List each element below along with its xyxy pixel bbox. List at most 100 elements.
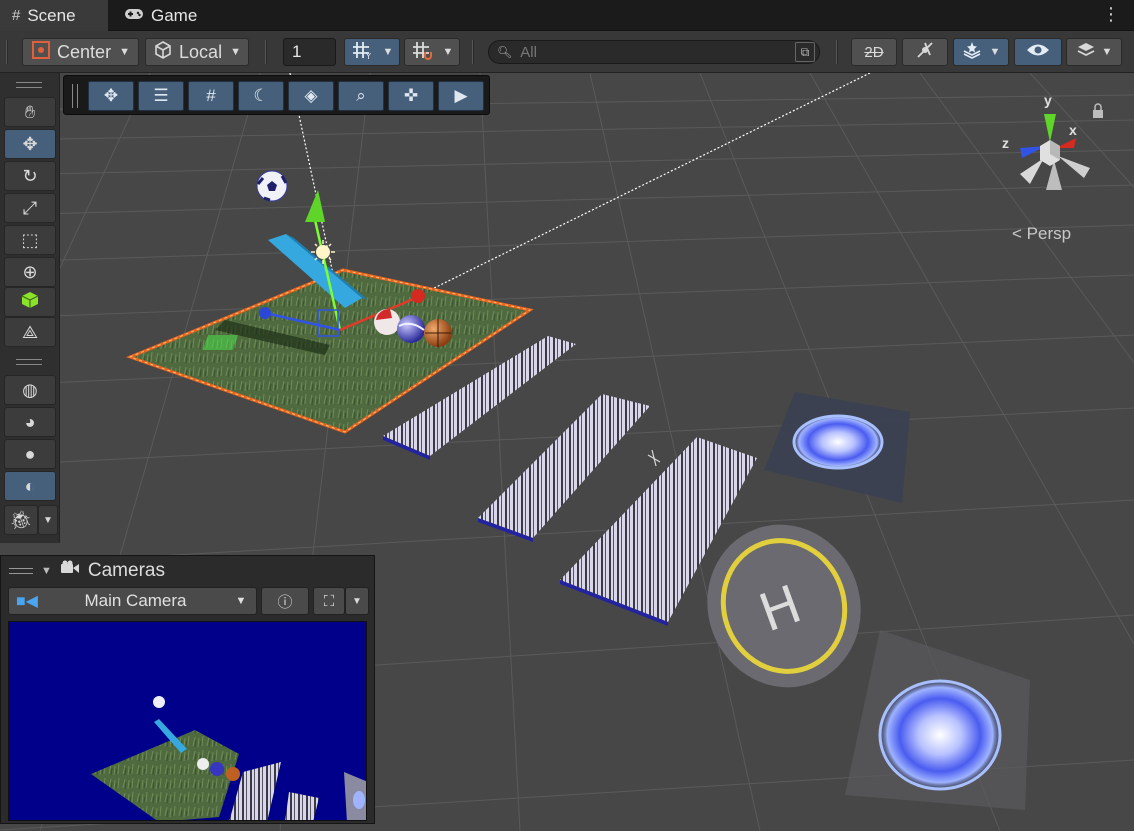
unlit-shading-button[interactable]: ● (4, 439, 56, 469)
camera-preview-render (9, 622, 366, 820)
toolbar-divider (836, 40, 838, 64)
toolbar-divider (265, 40, 267, 64)
lighting-off-icon (915, 40, 935, 65)
2d-toggle-icon: 2D (864, 43, 884, 61)
scene-toolbar: Center ▼ Local ▼ 1 Y ▼ ▼ 🔍︎ All ⧉ 2D ▼ ▼ (0, 31, 1134, 73)
chevron-down-icon: ▼ (382, 46, 394, 58)
palette-grip[interactable] (16, 82, 42, 88)
overlay-lighting-button[interactable]: ☾ (238, 81, 284, 111)
snap-settings-button[interactable]: ▼ (404, 38, 460, 66)
lit-sphere-icon: ◐ (24, 475, 36, 496)
custom-tool-button[interactable] (4, 287, 56, 317)
overlay-move-button[interactable]: ✥ (88, 81, 134, 111)
chevron-down-icon: ▼ (442, 46, 454, 58)
tab-bar: # Scene Game ⋮ (0, 0, 1134, 31)
cameras-header[interactable]: ▼ Cameras (1, 556, 376, 585)
soccer-ball (256, 170, 288, 202)
shaded-wireframe-button[interactable]: ◕ (4, 407, 56, 437)
overlay-grip[interactable] (9, 567, 33, 574)
search-expand-icon[interactable]: ⧉ (795, 42, 815, 62)
hash-icon: # (12, 7, 21, 24)
search-icon: 🔍︎ (497, 45, 513, 59)
gamepad-icon (124, 7, 144, 25)
chevron-down-icon: ▼ (1101, 46, 1113, 58)
toggle-2d-button[interactable]: 2D (851, 38, 897, 66)
scene-visibility-button[interactable] (1014, 38, 1062, 66)
scale-tool-button[interactable]: ⤢ (4, 193, 56, 223)
camera-info-button[interactable]: ⓘ (261, 587, 309, 615)
chevron-down-icon: ▼ (43, 514, 53, 526)
grid-axis-icon: Y (351, 40, 373, 65)
rect-tool-button[interactable]: ⬚ (4, 225, 56, 255)
pivot-mode-dropdown[interactable]: Center ▼ (22, 38, 139, 66)
gizmo-y-label[interactable]: y (1044, 92, 1052, 108)
camera-icon: ■◀ (16, 593, 38, 610)
effects-dropdown-button[interactable]: ▼ (953, 38, 1009, 66)
pivot-mode-label: Center (57, 41, 112, 62)
camera-frame-dropdown[interactable]: ▼ (345, 587, 369, 615)
green-cube-icon (20, 290, 40, 315)
cameras-overlay: ▼ Cameras ■◀ Main Camera ▼ ⓘ ⛶ ▼ (0, 555, 375, 824)
solid-sphere-icon: ● (24, 443, 36, 464)
tab-game-label: Game (151, 5, 198, 25)
chevron-down-icon: ▼ (989, 46, 1001, 58)
frame-fit-icon: ⛶ (323, 592, 335, 610)
move-arrows-icon: ✥ (22, 133, 38, 154)
gizmo-x-label[interactable]: x (1069, 122, 1077, 138)
collapse-triangle-icon[interactable]: ▼ (41, 565, 52, 577)
path-tool-button[interactable]: ⟁ (4, 317, 56, 347)
rotate-icon: ↻ (22, 165, 38, 186)
overlay-grid-button[interactable]: # (188, 81, 234, 111)
align-sliders-icon: ☰ (153, 86, 169, 105)
cameras-title: Cameras (87, 559, 165, 581)
hand-tool-button[interactable]: ✋︎ (4, 97, 56, 127)
rect-icon: ⬚ (21, 229, 39, 250)
overlay-pivot-button[interactable]: ✜ (388, 81, 434, 111)
layers-icon (1076, 41, 1096, 64)
hand-icon: ✋︎ (24, 101, 36, 122)
overlay-camera-button[interactable]: ▶ (438, 81, 484, 111)
video-camera-icon (60, 560, 80, 582)
moon-icon: ☾ (253, 86, 269, 105)
lit-shading-button[interactable]: ◐ (4, 471, 56, 501)
pivot-center-icon (31, 40, 51, 65)
wireframe-sphere-icon: ◍ (22, 379, 38, 400)
tools-palette: ✋︎ ✥ ↻ ⤢ ⬚ ⊕ ⟁ ◍ ◕ ● ◐ 🐞︎ ▼ (0, 73, 60, 543)
gizmo-z-label[interactable]: z (1002, 135, 1009, 151)
chevron-down-icon: ▼ (119, 46, 130, 58)
toolbar-grip[interactable] (6, 40, 8, 64)
camera-select-dropdown[interactable]: ■◀ Main Camera ▼ (8, 587, 257, 615)
pivot-rotation-dropdown[interactable]: Local ▼ (145, 38, 249, 66)
wireframe-shading-button[interactable]: ◍ (4, 375, 56, 405)
toolbar-divider (472, 40, 474, 64)
search-placeholder: All (520, 43, 537, 61)
overlay-nav-button[interactable]: ◈ (288, 81, 334, 111)
move-tool-button[interactable]: ✥ (4, 129, 56, 159)
cube-outline-icon (153, 40, 173, 65)
grid-visibility-button[interactable]: Y ▼ (344, 38, 400, 66)
overlay-grip[interactable] (72, 84, 78, 108)
tab-scene[interactable]: # Scene (0, 0, 108, 31)
palette-grip[interactable] (16, 359, 42, 365)
projection-toggle[interactable]: < Persp (1012, 224, 1071, 244)
transform-tool-button[interactable]: ⊕ (4, 257, 56, 287)
bug-icon: 🐞︎ (9, 509, 33, 530)
layers-dropdown-button[interactable]: ▼ (1066, 38, 1122, 66)
grid-snap-icon (411, 40, 433, 65)
grid-size-input[interactable]: 1 (283, 38, 336, 66)
overlay-search-button[interactable]: ⌕ (338, 81, 384, 111)
debug-draw-button[interactable]: 🐞︎ (4, 505, 38, 535)
search-input[interactable]: 🔍︎ All ⧉ (488, 40, 820, 64)
camera-frame-button[interactable]: ⛶ (313, 587, 345, 615)
debug-draw-dropdown[interactable]: ▼ (38, 505, 58, 535)
lighting-toggle-button[interactable] (902, 38, 948, 66)
more-options-icon[interactable]: ⋮ (1102, 5, 1120, 23)
scene-overlay-toolbar: ✥ ☰ # ☾ ◈ ⌕ ✜ ▶ (63, 75, 490, 115)
overlay-align-button[interactable]: ☰ (138, 81, 184, 111)
chevron-left-icon: < (1012, 224, 1022, 243)
tab-game[interactable]: Game (112, 0, 209, 31)
camera-preview (8, 621, 367, 821)
rotate-tool-button[interactable]: ↻ (4, 161, 56, 191)
video-camera-icon: ▶ (454, 86, 468, 105)
shaded-wire-sphere-icon: ◕ (24, 411, 36, 432)
